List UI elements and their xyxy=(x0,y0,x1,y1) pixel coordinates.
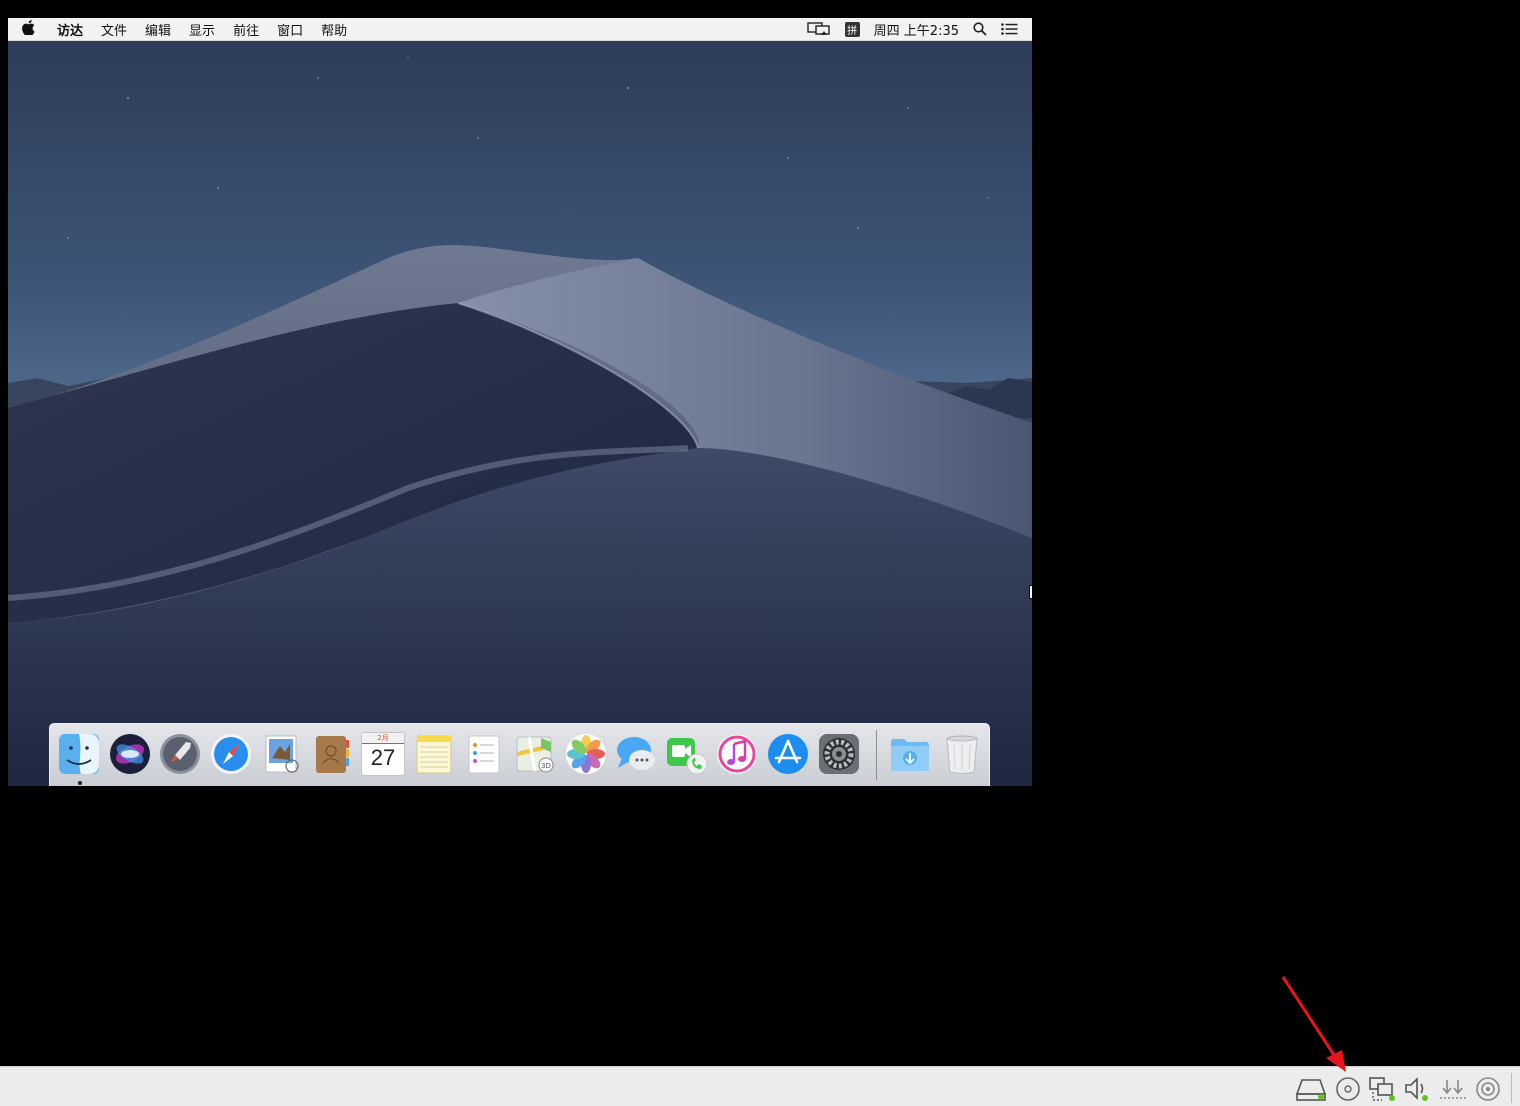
trash-icon[interactable] xyxy=(940,732,984,776)
dock: 2月 27 3D xyxy=(49,723,990,786)
recording-icon[interactable] xyxy=(1474,1076,1504,1102)
downloads-folder-icon[interactable] xyxy=(888,732,932,776)
finder-running-indicator xyxy=(78,781,82,785)
calendar-month-label: 2月 xyxy=(362,733,404,744)
dock-separator xyxy=(876,730,877,780)
network-icon[interactable] xyxy=(1368,1076,1398,1102)
annotation-arrow xyxy=(1281,976,1346,1072)
usb-icon[interactable] xyxy=(1438,1076,1468,1102)
launchpad-icon[interactable] xyxy=(158,732,202,776)
menu-edit[interactable]: 编辑 xyxy=(136,20,180,39)
menu-file[interactable]: 文件 xyxy=(92,20,136,39)
input-method-icon[interactable]: 拼 xyxy=(844,21,860,37)
airplay-display-icon[interactable] xyxy=(806,22,831,36)
menu-go[interactable]: 前往 xyxy=(224,20,268,39)
system-preferences-icon[interactable] xyxy=(817,732,861,776)
facetime-icon[interactable] xyxy=(665,732,709,776)
reminders-icon[interactable] xyxy=(462,732,506,776)
desktop-wallpaper xyxy=(8,18,1032,786)
app-store-icon[interactable] xyxy=(766,732,810,776)
mac-menu-bar: 访达 文件 编辑 显示 前往 窗口 帮助 拼 周四 上午2:35 xyxy=(8,18,1032,41)
itunes-icon[interactable] xyxy=(715,732,759,776)
text-cursor-icon xyxy=(1029,585,1032,599)
calendar-day-label: 27 xyxy=(370,745,396,770)
vm-display[interactable]: 访达 文件 编辑 显示 前往 窗口 帮助 拼 周四 上午2:35 2月 27 3… xyxy=(8,18,1032,786)
menu-help[interactable]: 帮助 xyxy=(312,20,356,39)
contacts-icon[interactable] xyxy=(310,732,354,776)
menu-finder[interactable]: 访达 xyxy=(48,20,92,39)
menubar-clock[interactable]: 周四 上午2:35 xyxy=(874,20,959,39)
notification-center-icon[interactable] xyxy=(1001,23,1018,35)
apple-menu-icon[interactable] xyxy=(8,19,48,39)
spotlight-search-icon[interactable] xyxy=(973,22,987,36)
menu-view[interactable]: 显示 xyxy=(180,20,224,39)
siri-icon[interactable] xyxy=(108,732,152,776)
finder-icon[interactable] xyxy=(57,732,101,776)
mail-icon[interactable] xyxy=(260,732,304,776)
status-bar-separator xyxy=(1511,1073,1512,1103)
menu-window[interactable]: 窗口 xyxy=(268,20,312,39)
calendar-icon[interactable]: 2月 27 xyxy=(361,732,405,776)
audio-icon[interactable] xyxy=(1403,1076,1433,1102)
messages-icon[interactable] xyxy=(614,732,658,776)
maps-icon[interactable]: 3D xyxy=(513,732,557,776)
notes-icon[interactable] xyxy=(412,732,456,776)
photos-icon[interactable] xyxy=(564,732,608,776)
svg-text:3D: 3D xyxy=(541,762,551,770)
safari-icon[interactable] xyxy=(209,732,253,776)
